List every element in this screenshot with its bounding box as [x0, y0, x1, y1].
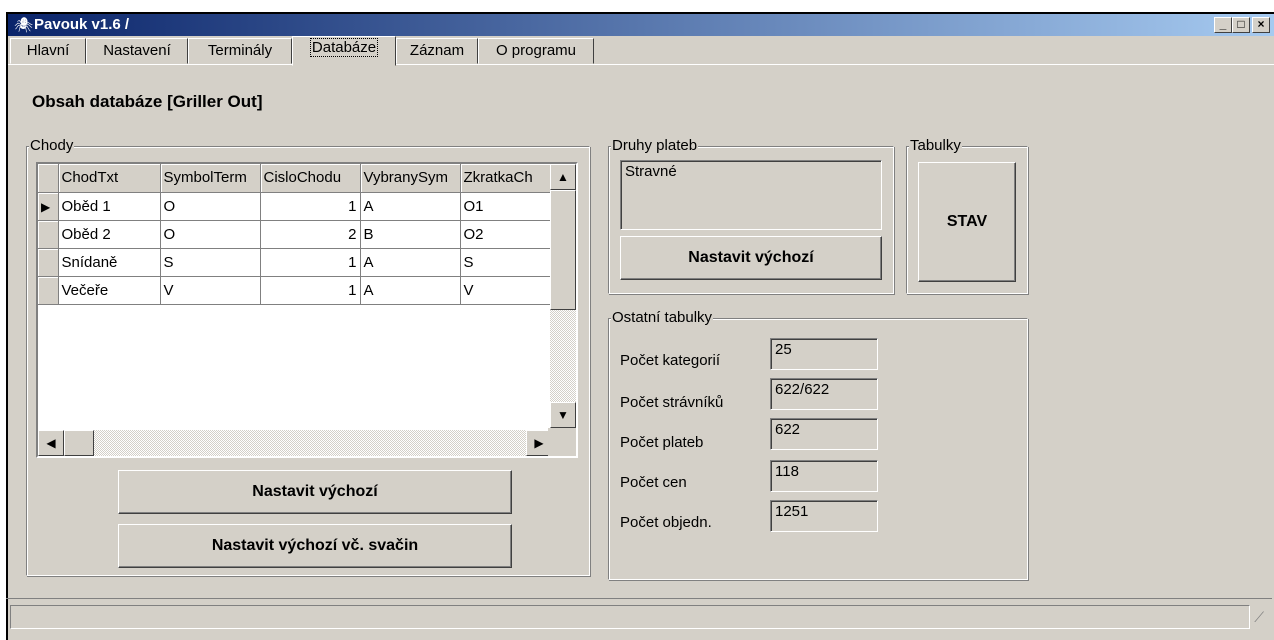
close-button[interactable]: ×	[1252, 17, 1270, 33]
status-pane	[10, 605, 1250, 629]
cell[interactable]: S	[160, 248, 261, 277]
cell[interactable]: Večeře	[58, 276, 161, 305]
row-indicator[interactable]	[38, 248, 59, 277]
stav-button[interactable]: STAV	[918, 162, 1016, 282]
payment-types-list[interactable]: Stravné	[620, 160, 882, 230]
cell[interactable]: A	[360, 248, 461, 277]
grid-header-indicator	[38, 164, 59, 193]
stat-value: 622/622	[770, 378, 878, 410]
cell[interactable]: Oběd 2	[58, 220, 161, 249]
page-title: Obsah databáze [Griller Out]	[32, 92, 263, 111]
window-title: Pavouk v1.6 /	[34, 16, 130, 33]
tab-databaze[interactable]: Databáze	[292, 36, 396, 66]
grid-header-row: ChodTxt SymbolTerm CisloChodu VybranySym…	[38, 164, 553, 193]
stat-label: Počet cen	[620, 474, 687, 491]
cell[interactable]: V	[460, 276, 553, 305]
row-indicator[interactable]	[38, 220, 59, 249]
column-header[interactable]: SymbolTerm	[160, 164, 261, 193]
vertical-scroll-thumb[interactable]	[550, 190, 576, 310]
maximize-button[interactable]: □	[1232, 17, 1250, 33]
cell[interactable]: B	[360, 220, 461, 249]
tab-o-programu[interactable]: O programu	[478, 38, 594, 64]
tabulky-group-title: Tabulky	[909, 137, 962, 155]
ostatni-tabulky-group-title: Ostatní tabulky	[611, 309, 714, 327]
row-indicator[interactable]: ▶	[38, 192, 59, 221]
minimize-button[interactable]: _	[1214, 17, 1232, 33]
spider-icon: 🕷	[14, 17, 34, 34]
horizontal-scrollbar[interactable]: ◀ ▶	[38, 430, 552, 456]
list-item[interactable]: Stravné	[625, 163, 877, 180]
column-header[interactable]: VybranySym	[360, 164, 461, 193]
column-header[interactable]: CisloChodu	[260, 164, 361, 193]
row-indicator[interactable]	[38, 276, 59, 305]
current-row-arrow-icon: ▶	[41, 199, 51, 214]
set-default-with-snacks-button[interactable]: Nastavit výchozí vč. svačin	[118, 524, 512, 568]
stat-value: 118	[770, 460, 878, 492]
cell[interactable]: 1	[260, 248, 361, 277]
cell[interactable]: A	[360, 276, 461, 305]
cell[interactable]: O1	[460, 192, 553, 221]
cell[interactable]: S	[460, 248, 553, 277]
scroll-down-icon[interactable]: ▼	[550, 402, 576, 428]
tab-terminaly[interactable]: Terminály	[188, 38, 292, 64]
cell[interactable]: 1	[260, 192, 361, 221]
column-header[interactable]: ChodTxt	[58, 164, 161, 193]
table-row[interactable]: Večeře V 1 A V	[38, 276, 553, 305]
stat-label: Počet kategorií	[620, 352, 721, 369]
column-header[interactable]: ZkratkaCh	[460, 164, 553, 193]
table-row[interactable]: Snídaně S 1 A S	[38, 248, 553, 277]
title-bar[interactable]: 🕷 Pavouk v1.6 / _ □ ×	[8, 14, 1274, 36]
cell[interactable]: O	[160, 220, 261, 249]
cell[interactable]: 1	[260, 276, 361, 305]
cell[interactable]: A	[360, 192, 461, 221]
table-row[interactable]: Oběd 2 O 2 B O2	[38, 220, 553, 249]
chody-group-title: Chody	[29, 137, 75, 155]
cell[interactable]: V	[160, 276, 261, 305]
resize-grip-icon[interactable]: ⟋	[1254, 609, 1264, 626]
status-bar: ⟋	[6, 598, 1272, 629]
tab-nastaveni[interactable]: Nastavení	[86, 38, 188, 64]
stat-value: 1251	[770, 500, 878, 532]
stat-label: Počet strávníků	[620, 394, 724, 411]
cell[interactable]: Oběd 1	[58, 192, 161, 221]
set-default-button[interactable]: Nastavit výchozí	[118, 470, 512, 514]
tab-hlavni[interactable]: Hlavní	[10, 38, 86, 64]
vertical-scrollbar[interactable]: ▲ ▼	[550, 164, 576, 428]
tab-zaznam[interactable]: Záznam	[396, 38, 478, 64]
stat-value: 25	[770, 338, 878, 370]
table-row[interactable]: ▶ Oběd 1 O 1 A O1	[38, 192, 553, 221]
scroll-corner	[548, 428, 576, 456]
cell[interactable]: Snídaně	[58, 248, 161, 277]
cell[interactable]: O2	[460, 220, 553, 249]
horizontal-scroll-thumb[interactable]	[64, 430, 94, 456]
stat-label: Počet plateb	[620, 434, 704, 451]
druhy-plateb-group-title: Druhy plateb	[611, 137, 699, 155]
cell[interactable]: O	[160, 192, 261, 221]
scroll-up-icon[interactable]: ▲	[550, 164, 576, 190]
scroll-left-icon[interactable]: ◀	[38, 430, 64, 456]
payment-set-default-button[interactable]: Nastavit výchozí	[620, 236, 882, 280]
chody-grid[interactable]: ChodTxt SymbolTerm CisloChodu VybranySym…	[36, 162, 578, 458]
stat-label: Počet objedn.	[620, 514, 712, 531]
cell[interactable]: 2	[260, 220, 361, 249]
stat-value: 622	[770, 418, 878, 450]
